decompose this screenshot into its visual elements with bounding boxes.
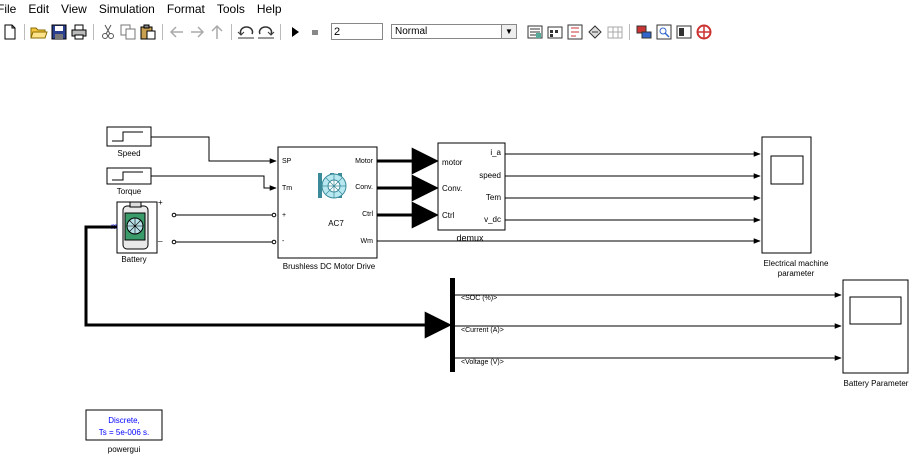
battery-plus: + xyxy=(158,198,163,207)
new-icon[interactable] xyxy=(1,23,19,41)
model-explorer-icon[interactable] xyxy=(566,23,584,41)
speed-step-block[interactable]: Speed xyxy=(106,126,152,158)
toolbar-separator xyxy=(162,23,163,40)
print-icon[interactable] xyxy=(70,23,88,41)
menu-simulation[interactable]: Simulation xyxy=(93,0,161,18)
line-speed-sp xyxy=(151,136,277,164)
grid-icon[interactable] xyxy=(606,23,624,41)
help-icon[interactable] xyxy=(695,23,713,41)
port-sp: SP xyxy=(282,158,292,165)
powergui-label: powergui xyxy=(108,445,141,454)
build-icon[interactable] xyxy=(526,23,544,41)
menu-file[interactable]: File xyxy=(0,0,22,18)
toolbar-separator xyxy=(24,23,25,40)
line-torque-tm xyxy=(151,175,277,191)
scope-electrical-label-1: Electrical machine xyxy=(764,259,829,268)
port-plus: + xyxy=(282,212,286,219)
save-icon[interactable] xyxy=(50,23,68,41)
toolbar-separator xyxy=(231,23,232,40)
library-icon[interactable] xyxy=(546,23,564,41)
battery-block[interactable]: + _ m Battery xyxy=(111,198,163,264)
speed-label: Speed xyxy=(117,149,140,158)
model-canvas[interactable]: Speed Torque + _ m Battery SP Tm + - Mot… xyxy=(0,44,918,462)
motor-drive-label: Brushless DC Motor Drive xyxy=(283,262,376,271)
toolbar-separator xyxy=(280,23,281,40)
debugger-icon[interactable] xyxy=(586,23,604,41)
powergui-line-2: Ts = 5e-006 s. xyxy=(99,428,149,437)
motor-drive-block[interactable]: SP Tm + - Motor Conv. Ctrl Wm AC7 Brushl… xyxy=(277,146,378,271)
port-demux-ctrl: Ctrl xyxy=(442,211,455,220)
chevron-down-icon[interactable]: ▼ xyxy=(501,25,516,38)
display-icon[interactable] xyxy=(675,23,693,41)
port-demux-vdc: v_dc xyxy=(484,215,501,224)
bus-signal-current: <Current (A)> xyxy=(461,327,504,334)
bus-signal-voltage: <Voltage (V)> xyxy=(461,359,504,366)
back-icon[interactable] xyxy=(168,23,186,41)
scope-battery-block[interactable]: Battery Parameter xyxy=(842,279,909,388)
torque-label: Torque xyxy=(117,187,142,196)
battery-label: Battery xyxy=(121,255,146,264)
menu-help[interactable]: Help xyxy=(251,0,288,18)
up-icon[interactable] xyxy=(208,23,226,41)
demux-block[interactable]: motor Conv. Ctrl i_a speed Tem v_dc demu… xyxy=(437,142,506,243)
menu-view[interactable]: View xyxy=(55,0,93,18)
play-icon[interactable] xyxy=(286,23,304,41)
simulation-mode-value: Normal xyxy=(395,26,428,37)
build-model-icon[interactable] xyxy=(635,23,653,41)
stop-icon[interactable] xyxy=(306,23,324,41)
port-demux-speed: speed xyxy=(479,171,501,180)
toolbar: Normal ▼ xyxy=(0,19,918,44)
forward-icon[interactable] xyxy=(188,23,206,41)
menu-format[interactable]: Format xyxy=(161,0,211,18)
bus-signal-soc: <SOC (%)> xyxy=(461,295,497,302)
scope-electrical-block[interactable]: Electrical machine parameter xyxy=(761,136,829,278)
port-conv: Conv. xyxy=(355,184,373,191)
port-tm: Tm xyxy=(282,185,292,192)
open-icon[interactable] xyxy=(30,23,48,41)
toolbar-separator xyxy=(93,23,94,40)
simulation-mode-select[interactable]: Normal ▼ xyxy=(391,24,517,39)
copy-icon[interactable] xyxy=(119,23,137,41)
powergui-block[interactable]: Discrete, Ts = 5e-006 s. powergui xyxy=(85,409,163,454)
menu-edit[interactable]: Edit xyxy=(22,0,55,18)
cut-icon[interactable] xyxy=(99,23,117,41)
port-motor: Motor xyxy=(355,158,374,165)
torque-step-block[interactable]: Torque xyxy=(106,167,152,196)
powergui-line-1: Discrete, xyxy=(108,416,140,425)
motor-drive-inner-label: AC7 xyxy=(328,219,344,228)
toolbar-separator xyxy=(629,23,630,40)
undo-icon[interactable] xyxy=(237,23,255,41)
port-demux-conv: Conv. xyxy=(442,184,462,193)
port-ctrl: Ctrl xyxy=(362,211,373,218)
menu-bar: File Edit View Simulation Format Tools H… xyxy=(0,0,918,18)
scope-battery-label: Battery Parameter xyxy=(844,379,909,388)
battery-minus: _ xyxy=(157,233,163,242)
port-demux-tem: Tem xyxy=(486,193,501,202)
diagram-svg: Speed Torque + _ m Battery SP Tm + - Mot… xyxy=(84,126,909,454)
paste-icon[interactable] xyxy=(139,23,157,41)
model-advisor-icon[interactable] xyxy=(655,23,673,41)
scope-electrical-label-2: parameter xyxy=(778,269,815,278)
port-wm: Wm xyxy=(361,238,374,245)
redo-icon[interactable] xyxy=(257,23,275,41)
port-demux-ia: i_a xyxy=(490,148,501,157)
port-demux-motor: motor xyxy=(442,158,463,167)
menu-tools[interactable]: Tools xyxy=(211,0,251,18)
stop-time-input[interactable] xyxy=(331,23,383,40)
